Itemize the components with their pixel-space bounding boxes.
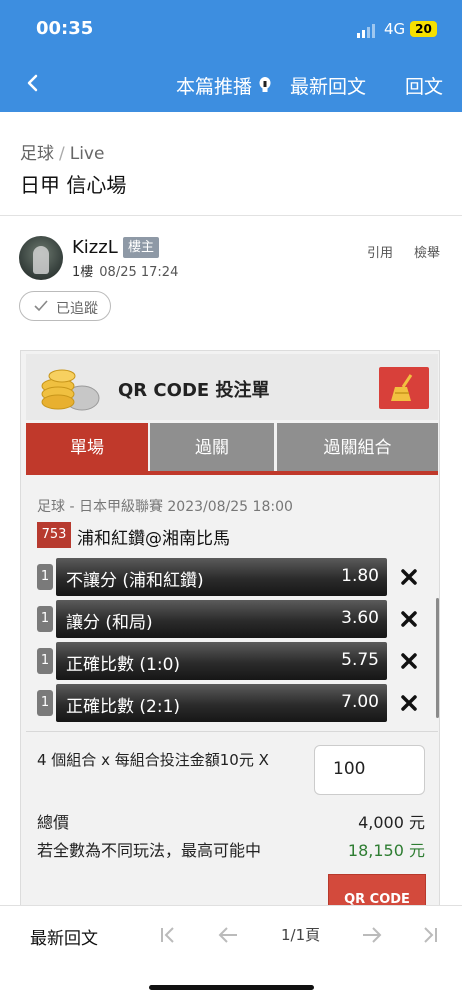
bet-count: 1: [37, 564, 53, 590]
bet-odds: 3.60: [341, 608, 379, 628]
breadcrumb-separator: /: [59, 144, 65, 164]
tab-single[interactable]: 單場: [26, 423, 148, 473]
breadcrumb-sub[interactable]: Live: [70, 144, 105, 164]
avatar-figure: [33, 246, 49, 274]
amount-input[interactable]: 100: [314, 745, 425, 795]
floor-number: 1樓: [72, 265, 94, 280]
tab-parlay[interactable]: 過關: [150, 423, 274, 473]
scrollbar[interactable]: [436, 598, 439, 718]
max-win-label: 若全數為不同玩法，最高可能中: [37, 841, 262, 860]
latest-reply-button[interactable]: 最新回文: [290, 72, 366, 99]
bet-bar[interactable]: 不讓分 (浦和紅鑽) 1.80: [56, 558, 387, 596]
owner-badge: 樓主: [123, 237, 159, 258]
reply-button[interactable]: 回文: [405, 72, 443, 99]
quote-button[interactable]: 引用: [367, 242, 393, 261]
bet-odds: 5.75: [341, 650, 379, 670]
bet-bar[interactable]: 正確比數 (1:0) 5.75: [56, 642, 387, 680]
post-datetime: 08/25 17:24: [99, 265, 179, 280]
tab-parlay-combo[interactable]: 過關組合: [277, 423, 438, 473]
total-value: 4,000 元: [358, 813, 425, 832]
remove-bet-icon[interactable]: [400, 610, 418, 628]
first-page-icon[interactable]: [158, 926, 178, 944]
total-label: 總價: [37, 813, 70, 832]
bet-name: 正確比數 (1:0): [66, 655, 181, 675]
league-line: 足球 - 日本甲級聯賽 2023/08/25 18:00: [37, 499, 293, 515]
post-title: 日甲 信心場: [20, 173, 127, 197]
prev-page-icon[interactable]: [218, 926, 238, 944]
bet-item: 1 正確比數 (1:0) 5.75: [37, 642, 417, 680]
bet-item: 1 不讓分 (浦和紅鑽) 1.80: [37, 558, 417, 596]
bet-count: 1: [37, 690, 53, 716]
bet-name: 正確比數 (2:1): [66, 697, 181, 717]
bet-name: 不讓分 (浦和紅鑽): [66, 571, 204, 591]
bet-bar[interactable]: 正確比數 (2:1) 7.00: [56, 684, 387, 722]
match-name: 浦和紅鑽@湘南比馬: [77, 529, 230, 549]
next-page-icon[interactable]: [362, 926, 382, 944]
page-indicator: 1/1頁: [281, 926, 321, 944]
bet-odds: 7.00: [341, 692, 379, 712]
author-name[interactable]: KizzL: [72, 237, 118, 258]
bet-item: 1 讓分 (和局) 3.60: [37, 600, 417, 638]
qr-header: QR CODE 投注單: [26, 354, 438, 420]
avatar[interactable]: [19, 236, 63, 280]
push-notify-button[interactable]: 本篇推播: [176, 72, 252, 99]
battery-icon: 20: [410, 21, 437, 37]
status-bar: 00:35 4G 20: [0, 0, 462, 58]
top-bar: 00:35 4G 20 本篇推播 最新回文 回文: [0, 0, 462, 112]
divider: [0, 215, 462, 216]
match-number: 753: [37, 522, 71, 548]
bet-count: 1: [37, 648, 53, 674]
follow-button[interactable]: 已追蹤: [19, 291, 111, 321]
bet-name: 讓分 (和局): [66, 613, 153, 633]
nav-bar: 本篇推播 最新回文 回文: [0, 58, 462, 112]
bet-odds: 1.80: [341, 566, 379, 586]
bet-count: 1: [37, 606, 53, 632]
signal-icon: [357, 24, 375, 38]
qr-title: QR CODE 投注單: [118, 380, 270, 401]
combo-text: 4 個組合 x 每組合投注金額10元 X: [37, 751, 269, 769]
bet-item: 1 正確比數 (2:1) 7.00: [37, 684, 417, 722]
network-label: 4G: [384, 20, 406, 38]
report-button[interactable]: 檢舉: [414, 242, 440, 261]
remove-bet-icon[interactable]: [400, 568, 418, 586]
status-time: 00:35: [36, 18, 94, 39]
check-icon: [34, 300, 48, 312]
bulb-icon[interactable]: [258, 76, 272, 94]
breadcrumb: 足球 / Live: [20, 139, 104, 164]
home-indicator: [149, 985, 314, 990]
post-meta: 1樓 08/25 17:24: [72, 261, 178, 280]
remove-bet-icon[interactable]: [400, 652, 418, 670]
bottom-latest-reply[interactable]: 最新回文: [30, 924, 98, 949]
follow-label: 已追蹤: [56, 301, 98, 317]
clear-button[interactable]: [379, 367, 429, 409]
breadcrumb-category[interactable]: 足球: [20, 144, 54, 164]
last-page-icon[interactable]: [420, 926, 440, 944]
bet-bar[interactable]: 讓分 (和局) 3.60: [56, 600, 387, 638]
bet-type-tabs: 單場 過關 過關組合: [26, 423, 438, 473]
back-arrow-icon[interactable]: [22, 72, 44, 94]
summary-divider: [26, 731, 438, 732]
max-win-value: 18,150 元: [347, 841, 425, 860]
broom-icon: [391, 374, 413, 401]
remove-bet-icon[interactable]: [400, 694, 418, 712]
tab-underline: [26, 471, 438, 475]
coins-icon: [41, 369, 100, 411]
qr-bet-slip: QR CODE 投注單 單場 過關 過關組合 足球 - 日本甲級聯賽 2023/…: [20, 350, 440, 910]
